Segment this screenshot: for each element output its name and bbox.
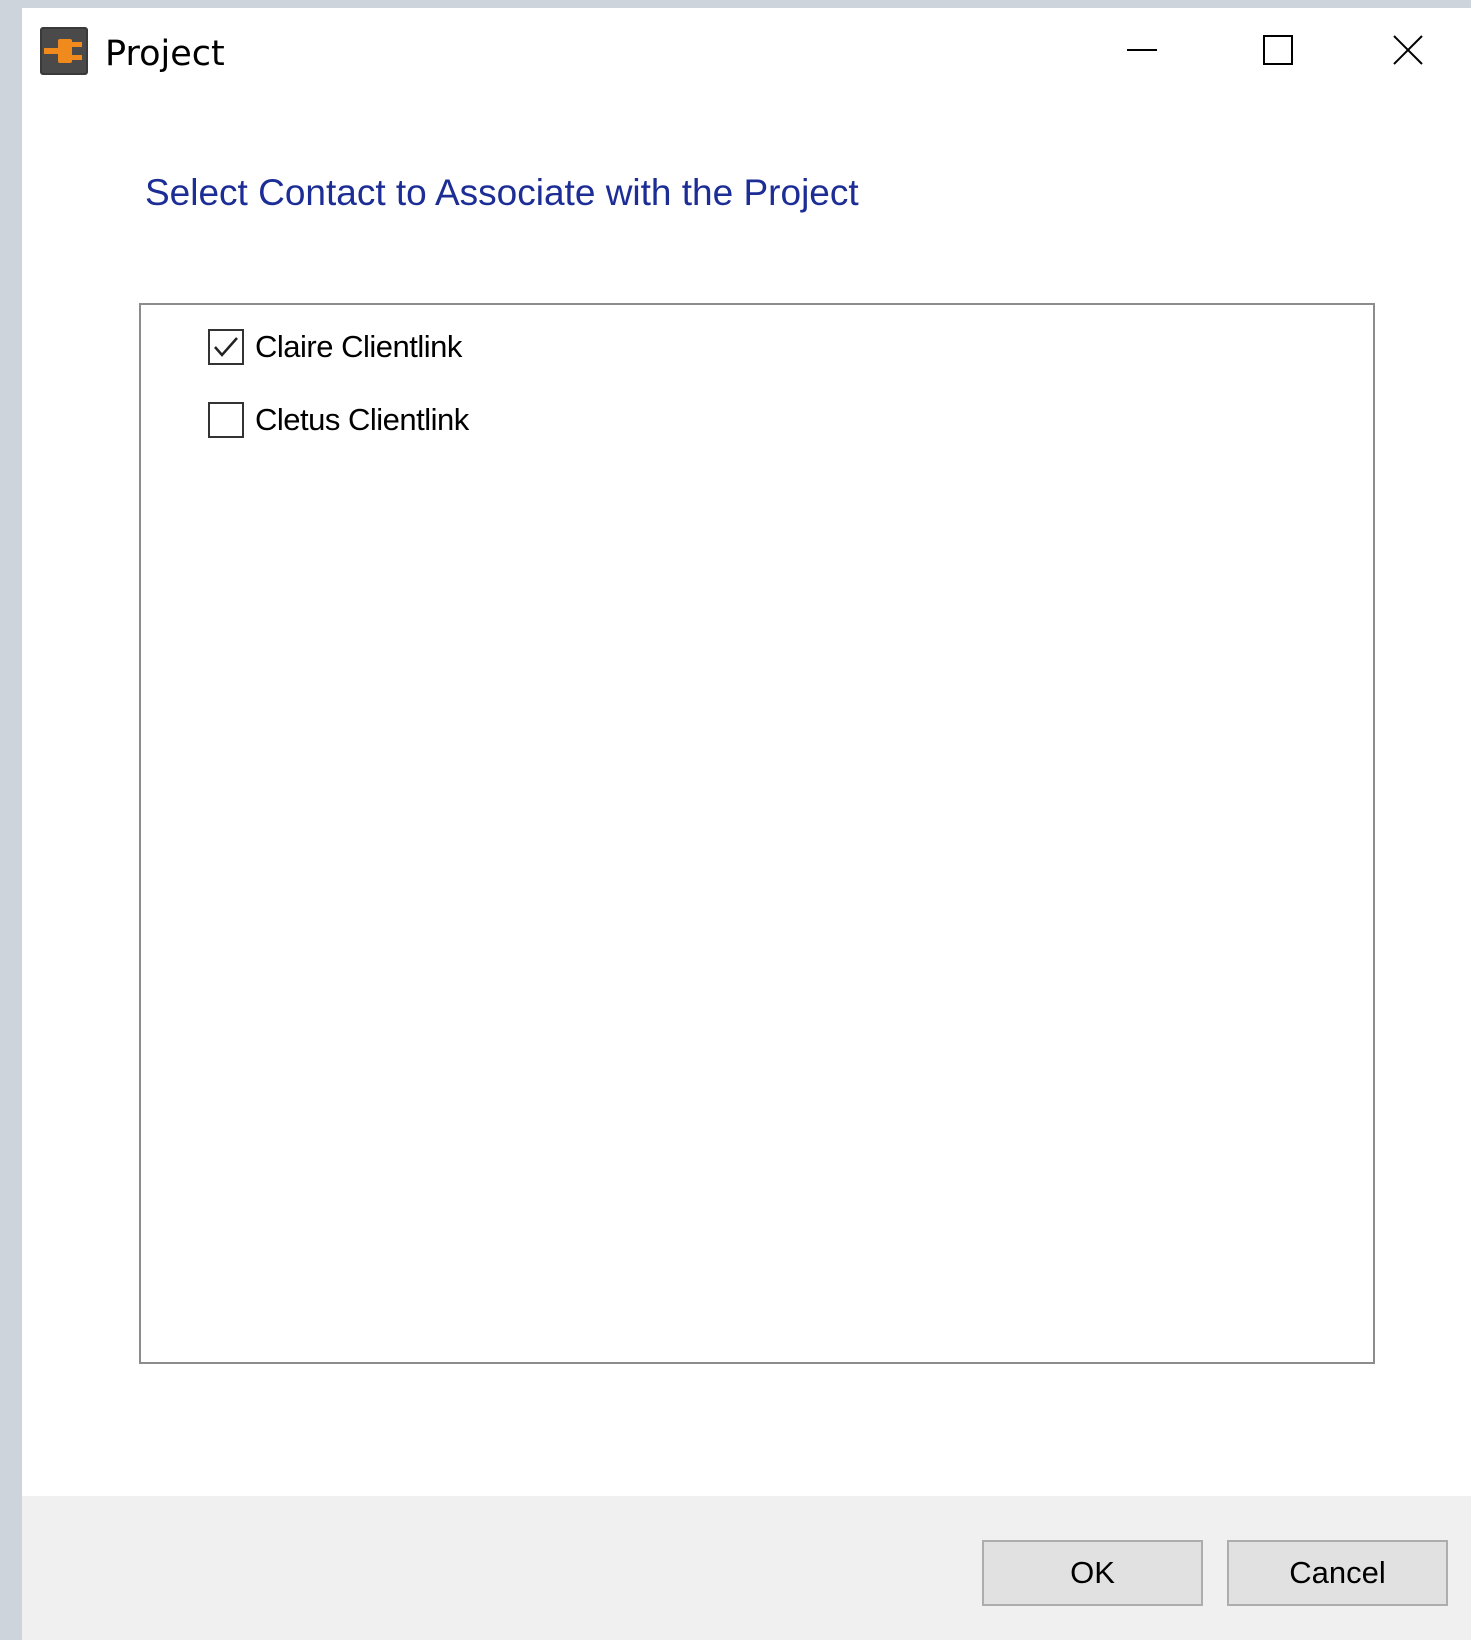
contact-label: Cletus Clientlink [255, 402, 469, 437]
window-title: Project [105, 34, 225, 74]
minimize-icon [1127, 49, 1157, 51]
close-button[interactable] [1344, 8, 1471, 92]
dialog-footer: OK Cancel [22, 1496, 1471, 1640]
minimize-button[interactable] [1072, 8, 1212, 92]
close-icon [1392, 35, 1423, 65]
contact-item-cletus[interactable]: Cletus Clientlink [208, 400, 469, 440]
checkmark-icon [214, 337, 238, 357]
project-dialog-window: Project Select Contact to Associate with… [22, 8, 1471, 1640]
contact-checklist[interactable]: Claire Clientlink Cletus Clientlink [139, 303, 1375, 1364]
contact-label: Claire Clientlink [255, 329, 462, 364]
dialog-heading: Select Contact to Associate with the Pro… [145, 172, 859, 213]
maximize-icon [1263, 35, 1293, 65]
contact-checkbox-claire[interactable] [208, 329, 244, 365]
maximize-button[interactable] [1208, 8, 1348, 92]
contact-item-claire[interactable]: Claire Clientlink [208, 327, 462, 367]
title-bar[interactable]: Project [22, 8, 1471, 92]
ok-button[interactable]: OK [982, 1540, 1203, 1606]
contact-checkbox-cletus[interactable] [208, 402, 244, 438]
cancel-button[interactable]: Cancel [1227, 1540, 1448, 1606]
orange-plug-icon [40, 27, 88, 75]
